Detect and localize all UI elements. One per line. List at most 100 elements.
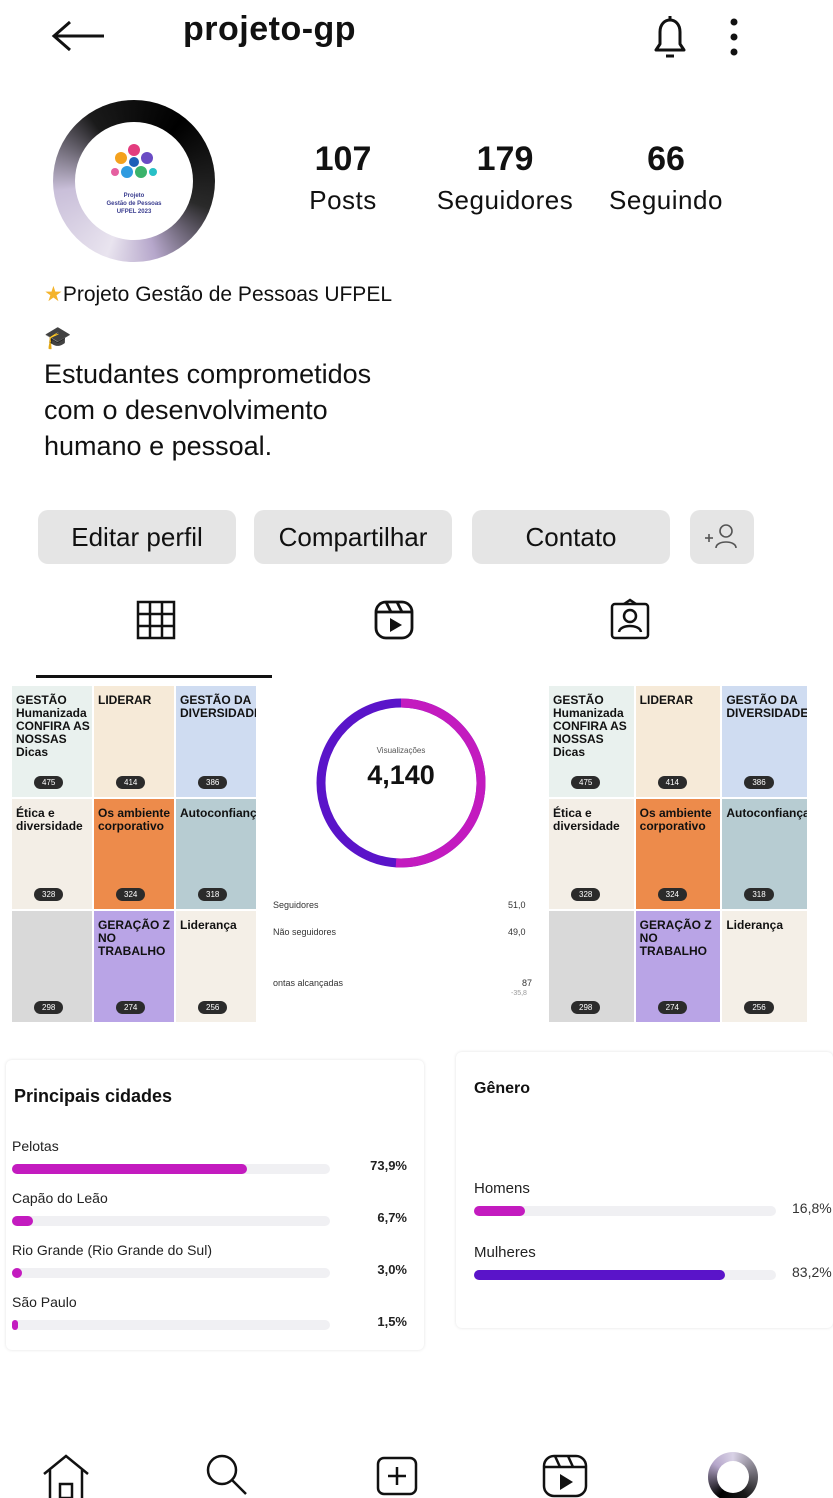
more-vertical-icon[interactable] <box>722 14 746 60</box>
arrow-left-icon[interactable] <box>48 14 108 58</box>
post-view-count: 328 <box>34 888 64 902</box>
post-thumbnail-text: LIDERAR <box>98 693 152 707</box>
profile-avatar-icon[interactable] <box>708 1452 762 1498</box>
post-thumbnail[interactable]: Autoconfiança 318 <box>722 798 807 910</box>
avatar-caption: Projeto Gestão de Pessoas UFPEL 2023 <box>75 192 193 216</box>
insight-nonfollowers-value: 49,0 <box>508 927 526 937</box>
profile-username: projeto-gp <box>183 10 357 48</box>
stat-followers[interactable]: 179 Seguidores <box>426 140 584 216</box>
avatar-caption-line-1: Projeto <box>123 193 145 199</box>
contact-button[interactable]: Contato <box>472 510 670 564</box>
city-row: Rio Grande (Rio Grande do Sul) 3,0% <box>12 1242 407 1278</box>
bell-icon[interactable] <box>648 12 692 62</box>
post-thumbnail[interactable]: Autoconfiança 318 <box>176 798 256 910</box>
gender-title: Gênero <box>474 1080 531 1097</box>
city-row: Capão do Leão 6,7% <box>12 1190 407 1226</box>
active-tab-indicator <box>36 675 272 678</box>
bio-line-1: 🎓 Estudantes comprometidos <box>44 320 444 392</box>
post-thumbnail[interactable]: GERAÇÃO Z NO TRABALHO 274 <box>94 911 174 1022</box>
graduation-cap-icon: 🎓 <box>44 325 72 350</box>
post-thumbnail[interactable]: GESTÃO DA DIVERSIDADE 386 <box>176 686 256 797</box>
post-thumbnail[interactable]: GESTÃO DA DIVERSIDADE 386 <box>722 686 807 797</box>
stat-following-value: 66 <box>647 140 685 178</box>
tagged-icon[interactable] <box>608 598 652 642</box>
bio-line-3: humano e pessoal. <box>44 431 273 461</box>
gender-bar-fill <box>474 1270 726 1280</box>
post-view-count: 324 <box>116 888 146 902</box>
post-thumbnail-text: Os ambiente corporativo <box>98 805 171 833</box>
views-donut-value: 4,140 <box>367 760 435 790</box>
reels-icon[interactable] <box>372 598 416 642</box>
post-view-count: 298 <box>34 1001 64 1014</box>
reels-nav-icon[interactable] <box>540 1452 592 1498</box>
gender-bar-fill <box>474 1206 525 1216</box>
gender-bar-track <box>474 1270 776 1280</box>
add-person-icon <box>705 524 737 549</box>
post-thumbnail-text: GERAÇÃO Z NO TRABALHO <box>98 918 170 959</box>
post-thumbnail-text: Autoconfiança <box>726 805 807 820</box>
post-thumbnail-text: Ética e diversidade <box>553 805 620 833</box>
profile-bio: 🎓 Estudantes comprometidos com o desenvol… <box>44 320 444 464</box>
profile-name: ★Projeto Gestão de Pessoas UFPEL <box>44 282 392 307</box>
avatar-logo-background: Projeto Gestão de Pessoas UFPEL 2023 <box>75 122 193 240</box>
post-view-count: 298 <box>571 1001 601 1014</box>
post-view-count: 324 <box>657 888 688 902</box>
post-thumbnail-text: Ética e diversidade <box>16 805 83 833</box>
insight-nonfollowers-label: Não seguidores <box>273 927 337 937</box>
post-thumbnail[interactable]: 298 <box>549 911 634 1022</box>
stat-posts-value: 107 <box>314 140 372 178</box>
post-view-count: 386 <box>198 775 228 789</box>
post-thumbnail-text: Liderança <box>726 918 784 933</box>
post-thumbnail[interactable]: Liderança 256 <box>722 911 807 1022</box>
stat-following[interactable]: 66 Seguindo <box>600 140 732 216</box>
post-thumbnail[interactable]: Os ambiente corporativo 324 <box>94 798 174 910</box>
post-thumbnail[interactable]: 298 <box>12 911 92 1022</box>
grid-icon[interactable] <box>134 598 178 642</box>
stat-following-label: Seguindo <box>609 185 723 215</box>
post-thumbnail-text: Liderança <box>180 918 237 933</box>
insight-accounts-change: -35,8 <box>511 990 527 997</box>
city-bar-fill <box>12 1164 247 1174</box>
post-thumbnail[interactable]: LIDERAR 414 <box>635 686 721 797</box>
gender-percent: 83,2% <box>792 1264 832 1280</box>
post-thumbnail-text: LIDERAR <box>639 693 693 707</box>
post-grid-left[interactable]: GESTÃO Humanizada CONFIRA AS NOSSAS Dica… <box>12 686 256 1022</box>
post-thumbnail[interactable]: Liderança 256 <box>176 911 256 1022</box>
post-view-count: 256 <box>744 1001 774 1014</box>
post-thumbnail[interactable]: GESTÃO Humanizada CONFIRA AS NOSSAS Dica… <box>549 686 634 797</box>
post-thumbnail[interactable]: Ética e diversidade 328 <box>549 798 634 910</box>
gender-percent: 16,8% <box>792 1200 832 1216</box>
city-bar-fill <box>12 1268 22 1278</box>
post-thumbnail[interactable]: Os ambiente corporativo 324 <box>635 798 721 910</box>
star-icon: ★ <box>44 283 63 306</box>
search-icon[interactable] <box>200 1452 252 1498</box>
post-thumbnail-text: Autoconfiança <box>180 805 256 820</box>
gender-name: Homens <box>474 1180 530 1197</box>
post-thumbnail[interactable]: GERAÇÃO Z NO TRABALHO 274 <box>635 911 721 1022</box>
post-thumbnail[interactable]: Ética e diversidade 328 <box>12 798 92 910</box>
profile-avatar[interactable]: Projeto Gestão de Pessoas UFPEL 2023 <box>53 100 215 262</box>
city-percent: 73,9% <box>370 1158 407 1173</box>
post-view-count: 274 <box>657 1001 688 1014</box>
gender-name: Mulheres <box>474 1244 536 1261</box>
city-name: Pelotas <box>12 1138 59 1154</box>
post-view-count: 318 <box>198 888 228 902</box>
post-thumbnail[interactable]: GESTÃO Humanizada CONFIRA AS NOSSAS Dica… <box>12 686 92 797</box>
nav-avatar-ring <box>708 1452 758 1498</box>
profile-name-text: Projeto Gestão de Pessoas UFPEL <box>62 283 392 306</box>
home-icon[interactable] <box>40 1452 92 1498</box>
add-person-button[interactable] <box>690 510 754 564</box>
post-thumbnail-text: GERAÇÃO Z NO TRABALHO <box>639 918 712 959</box>
create-icon[interactable] <box>372 1452 424 1498</box>
post-view-count: 274 <box>116 1001 146 1014</box>
post-grid-right[interactable]: GESTÃO Humanizada CONFIRA AS NOSSAS Dica… <box>549 686 807 1022</box>
post-thumbnail-text: Os ambiente corporativo <box>639 805 712 833</box>
post-view-count: 386 <box>744 775 774 789</box>
share-profile-button[interactable]: Compartilhar <box>254 510 452 564</box>
stat-posts[interactable]: 107 Posts <box>300 140 386 216</box>
insight-accounts-label: ontas alcançadas <box>273 978 344 988</box>
top-cities-title: Principais cidades <box>14 1086 173 1106</box>
edit-profile-button[interactable]: Editar perfil <box>38 510 236 564</box>
post-view-count: 328 <box>571 888 601 902</box>
post-thumbnail[interactable]: LIDERAR 414 <box>94 686 174 797</box>
